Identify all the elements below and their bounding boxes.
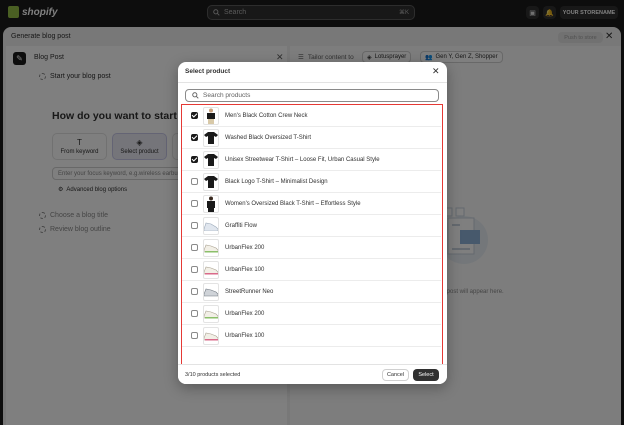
product-thumbnail	[203, 304, 219, 323]
product-thumbnail	[203, 128, 219, 147]
product-name: Unisex Streetwear T-Shirt – Loose Fit, U…	[225, 156, 380, 163]
cancel-button[interactable]: Cancel	[382, 369, 409, 381]
checkbox[interactable]	[191, 332, 198, 339]
product-thumbnail	[203, 194, 219, 213]
product-row[interactable]: UrbanFlex 100	[182, 325, 441, 347]
checkbox[interactable]	[191, 134, 198, 141]
product-name: Graffiti Flow	[225, 222, 257, 229]
checkbox[interactable]	[191, 266, 198, 273]
close-icon[interactable]: ✕	[432, 66, 440, 77]
product-row[interactable]: UrbanFlex 200	[182, 303, 441, 325]
product-thumbnail	[203, 216, 219, 235]
product-row[interactable]: UrbanFlex 200	[182, 237, 441, 259]
product-thumbnail	[203, 238, 219, 257]
checkbox[interactable]	[191, 200, 198, 207]
checkbox[interactable]	[191, 244, 198, 251]
checkbox[interactable]	[191, 288, 198, 295]
checkbox[interactable]	[191, 178, 198, 185]
product-row[interactable]: Unisex Streetwear T-Shirt – Loose Fit, U…	[182, 149, 441, 171]
product-name: UrbanFlex 100	[225, 332, 265, 339]
product-thumbnail	[203, 150, 219, 169]
product-thumbnail	[203, 172, 219, 191]
selection-count: 3/10 products selected	[185, 372, 241, 378]
product-row[interactable]: Black Logo T-Shirt – Minimalist Design	[182, 171, 441, 193]
checkbox[interactable]	[191, 156, 198, 163]
modal-title: Select product	[185, 68, 231, 75]
modal-footer: 3/10 products selected Cancel Select	[178, 364, 447, 384]
product-thumbnail	[203, 106, 219, 125]
search-icon	[192, 92, 199, 99]
product-thumbnail	[203, 260, 219, 279]
product-search-input[interactable]: Search products	[185, 89, 439, 102]
product-name: UrbanFlex 100	[225, 266, 265, 273]
product-row[interactable]: UrbanFlex 100	[182, 259, 441, 281]
product-thumbnail	[203, 282, 219, 301]
product-row[interactable]: Graffiti Flow	[182, 215, 441, 237]
select-product-modal: Select product ✕ Search products Men's B…	[178, 62, 447, 384]
select-button[interactable]: Select	[413, 369, 439, 381]
product-name: UrbanFlex 200	[225, 244, 265, 251]
product-name: StreetRunner Neo	[225, 288, 274, 295]
checkbox[interactable]	[191, 310, 198, 317]
product-row[interactable]: Men's Black Cotton Crew Neck	[182, 105, 441, 127]
checkbox[interactable]	[191, 112, 198, 119]
product-name: Women's Oversized Black T-Shirt – Effort…	[225, 200, 361, 207]
search-placeholder: Search products	[203, 92, 251, 99]
product-name: Washed Black Oversized T-Shirt	[225, 134, 312, 141]
product-name: Black Logo T-Shirt – Minimalist Design	[225, 178, 328, 185]
product-row[interactable]: Washed Black Oversized T-Shirt	[182, 127, 441, 149]
product-thumbnail	[203, 326, 219, 345]
product-name: UrbanFlex 200	[225, 310, 265, 317]
product-row[interactable]: StreetRunner Neo	[182, 281, 441, 303]
checkbox[interactable]	[191, 222, 198, 229]
product-list: Men's Black Cotton Crew Neck Washed Blac…	[181, 104, 443, 379]
divider	[178, 82, 447, 83]
product-row[interactable]: Women's Oversized Black T-Shirt – Effort…	[182, 193, 441, 215]
product-name: Men's Black Cotton Crew Neck	[225, 112, 308, 119]
